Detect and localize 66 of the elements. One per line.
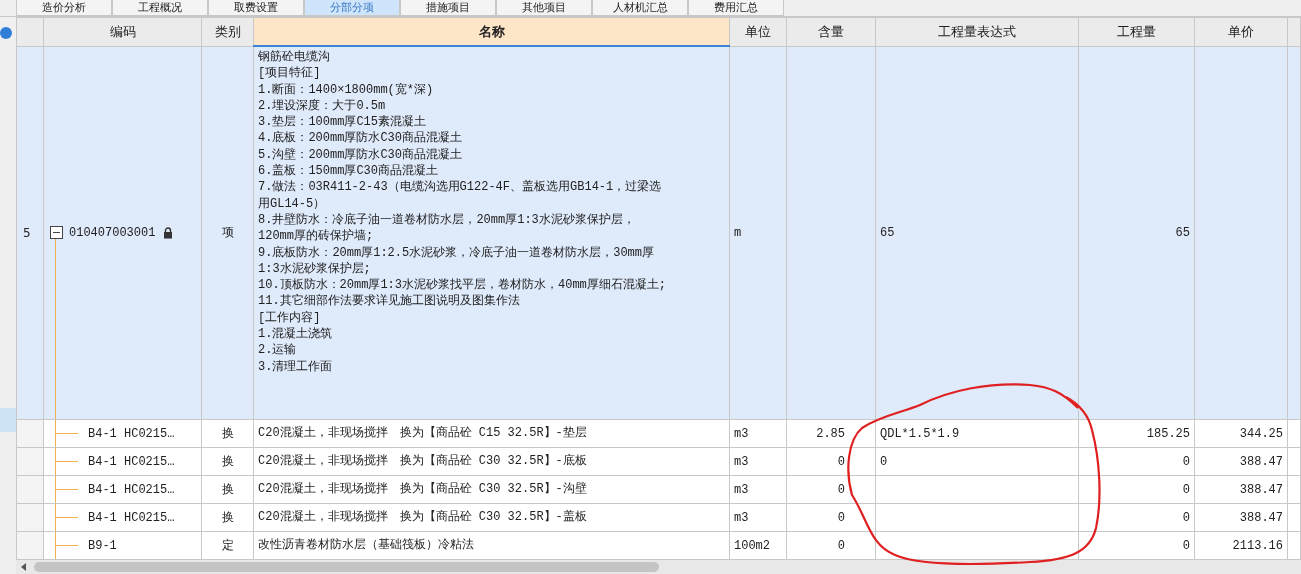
table-cell: 项 — [221, 225, 234, 240]
table-cell: 010407003001 — [69, 225, 156, 240]
column-header[interactable]: 类别 — [201, 17, 254, 46]
tab[interactable]: 人材机汇总 — [592, 0, 688, 16]
column-header[interactable]: 编码 — [43, 17, 202, 46]
circle-icon[interactable] — [0, 27, 12, 39]
table-cell: 100m2 — [734, 539, 770, 553]
table-cell-text: C20混凝土，非现场搅拌 换为【商品砼 C15 32.5R】-垫层 — [258, 425, 588, 442]
table-cell: 0 — [837, 539, 845, 553]
table-cell: QDL*1.5*1.9 — [880, 427, 960, 441]
column-header[interactable]: 工程量表达式 — [875, 17, 1079, 46]
table-cell: 2.85 — [816, 427, 845, 441]
table-cell-text: C20混凝土，非现场搅拌 换为【商品砼 C30 32.5R】-盖板 — [258, 509, 588, 526]
column-header[interactable]: 工程量 — [1078, 17, 1195, 46]
table-cell: 388.47 — [1239, 483, 1283, 497]
tab[interactable]: 分部分项 — [304, 0, 400, 16]
table-cell: m3 — [734, 483, 749, 497]
tab[interactable]: 其他项目 — [496, 0, 592, 16]
table-cell: 0 — [1182, 483, 1190, 497]
table-cell: 0 — [837, 511, 845, 525]
table-cell: 65 — [1175, 226, 1190, 241]
table-cell: B4-1 HC0215… — [88, 426, 175, 441]
table-cell-text: C20混凝土，非现场搅拌 换为【商品砼 C30 32.5R】-沟壁 — [258, 481, 588, 498]
table-cell: B4-1 HC0215… — [88, 482, 175, 497]
table-cell: 0 — [1182, 511, 1190, 525]
table-cell: 344.25 — [1239, 427, 1283, 441]
table-cell: m3 — [734, 511, 749, 525]
side-highlight — [0, 408, 16, 432]
table-cell: 0 — [1182, 455, 1190, 469]
table-cell: B9-1 — [88, 538, 117, 553]
table-cell: 0 — [1182, 539, 1190, 553]
column-header[interactable]: 含量 — [786, 17, 876, 46]
table-cell: m — [734, 226, 742, 241]
table-cell: 换 — [221, 482, 234, 496]
row-number: 5 — [23, 225, 31, 240]
table-cell-text: 改性沥青卷材防水层（基础筏板）冷粘法 — [258, 537, 475, 554]
left-arrow-icon[interactable] — [21, 563, 26, 571]
table-cell: B4-1 HC0215… — [88, 454, 175, 469]
tab[interactable]: 造价分析 — [16, 0, 112, 16]
table-cell: 2113.16 — [1232, 539, 1283, 553]
tab[interactable]: 措施项目 — [400, 0, 496, 16]
tab[interactable]: 工程概况 — [112, 0, 208, 16]
table-cell: 65 — [880, 226, 895, 241]
table-cell: 换 — [221, 510, 234, 524]
table-cell: m3 — [734, 455, 749, 469]
scrollbar-thumb[interactable] — [34, 562, 659, 572]
tab[interactable]: 取费设置 — [208, 0, 304, 16]
column-header[interactable]: 名称 — [253, 17, 730, 46]
table-cell: 换 — [221, 426, 234, 440]
tab[interactable]: 费用汇总 — [688, 0, 784, 16]
column-header[interactable]: 单位 — [729, 17, 787, 46]
horizontal-scrollbar[interactable] — [16, 560, 1301, 574]
table-cell: 换 — [221, 454, 234, 468]
collapse-icon[interactable] — [50, 226, 63, 240]
table-cell-text: 钢筋砼电缆沟 [项目特征] 1.断面：1400×1800mm(宽*深) 2.埋设深度：大于0.5m 3.垫层：100mm厚C15素混凝土 4.底板：200mm厚防水C30商品混凝土 5.沟壁：200mm厚防水C30商品混凝土 6.盖板：150mm厚C30商品混凝土 7.做法：03R411-2-43（电缆沟选用G122-4F、盖板选用GB14-1，过梁选用GL14-5） 8.井壁防水：冷底子油一道卷材防水层，20mm厚1:3水泥砂浆保护层，120mm厚的砖保护墙; 9.底板防水：20mm厚1:2.5水泥砂浆，冷底子油一道卷材防水层，30mm厚1:3水泥砂浆保护层; 10.顶板防水：20mm厚1:3水泥砂浆找平层，卷材防水，40mm厚细石混凝土; 11.其它细部作法要求详见施工图说明及图集作法 [工作内容] 1.混凝土浇筑 2.运输 3.清理工作面 — [258, 49, 668, 375]
table-cell: B4-1 HC0215… — [88, 510, 175, 525]
table-cell: 388.47 — [1239, 455, 1283, 469]
table-cell: m3 — [734, 427, 749, 441]
table-cell-text: C20混凝土，非现场搅拌 换为【商品砼 C30 32.5R】-底板 — [258, 453, 588, 470]
table-cell: 185.25 — [1146, 427, 1190, 441]
table-cell: 0 — [880, 455, 888, 469]
table-cell: 388.47 — [1239, 511, 1283, 525]
table-cell: 0 — [837, 455, 845, 469]
table-cell: 0 — [837, 483, 845, 497]
column-header[interactable]: 单价 — [1194, 17, 1288, 46]
table-cell: 定 — [221, 538, 234, 552]
